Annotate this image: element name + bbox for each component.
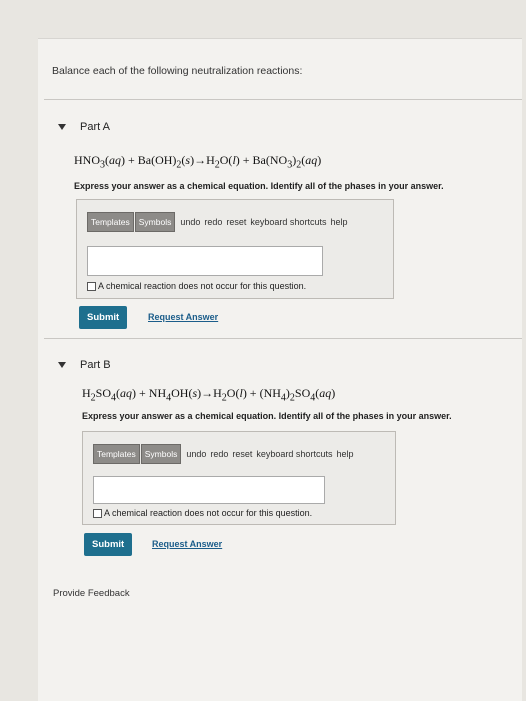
templates-button[interactable]: Templates [93, 444, 140, 464]
keyboard-shortcuts-link[interactable]: keyboard shortcuts [250, 217, 326, 227]
checkbox[interactable] [87, 281, 96, 291]
redo-button[interactable]: redo [204, 217, 222, 227]
checkbox[interactable] [93, 508, 102, 518]
part-a-answer-input[interactable] [87, 246, 323, 276]
part-a-header[interactable]: Part A [58, 121, 110, 133]
part-b-submit-button[interactable]: Submit [84, 533, 133, 556]
part-a-request-answer-link[interactable]: Request Answer [148, 312, 218, 322]
symbols-button[interactable]: Symbols [134, 212, 176, 232]
redo-button[interactable]: redo [210, 449, 228, 459]
help-link[interactable]: help [330, 217, 347, 227]
part-a-instruction: Express your answer as a chemical equati… [74, 181, 444, 191]
part-a-title: Part A [80, 121, 110, 133]
part-b-no-reaction-option[interactable]: A chemical reaction does not occur for t… [93, 508, 312, 518]
question-page: Balance each of the following neutraliza… [38, 38, 522, 701]
help-link[interactable]: help [336, 449, 353, 459]
provide-feedback-link[interactable]: Provide Feedback [53, 588, 130, 599]
caret-down-icon [58, 362, 66, 368]
divider [44, 338, 522, 339]
part-a-answer-box: Templates Symbols undo redo reset keyboa… [76, 199, 394, 299]
keyboard-shortcuts-link[interactable]: keyboard shortcuts [256, 449, 332, 459]
intro-text: Balance each of the following neutraliza… [52, 65, 303, 77]
part-b-answer-box: Templates Symbols undo redo reset keyboa… [82, 431, 396, 525]
no-reaction-label: A chemical reaction does not occur for t… [98, 281, 307, 291]
reset-button[interactable]: reset [232, 449, 252, 459]
part-b-title: Part B [80, 359, 111, 371]
undo-button[interactable]: undo [186, 449, 206, 459]
part-b-equation: H2SO4(aq) + NH4OH(s)→H2O(l) + (NH4)2SO4(… [82, 386, 336, 404]
part-a-equation: HNO3(aq) + Ba(OH)2(s)→H2O(l) + Ba(NO3)2(… [74, 153, 322, 171]
caret-down-icon [58, 124, 66, 130]
part-b-header[interactable]: Part B [58, 359, 111, 371]
part-b-toolbar: Templates Symbols undo redo reset keyboa… [93, 442, 353, 466]
part-a-submit-button[interactable]: Submit [79, 306, 128, 329]
templates-button[interactable]: Templates [87, 212, 134, 232]
undo-button[interactable]: undo [180, 217, 200, 227]
part-b-instruction: Express your answer as a chemical equati… [82, 411, 452, 421]
part-a-no-reaction-option[interactable]: A chemical reaction does not occur for t… [87, 281, 306, 291]
divider [44, 99, 522, 100]
part-b-answer-input[interactable] [93, 476, 325, 504]
symbols-button[interactable]: Symbols [140, 444, 182, 464]
reset-button[interactable]: reset [226, 217, 246, 227]
part-a-toolbar: Templates Symbols undo redo reset keyboa… [87, 210, 347, 234]
part-b-request-answer-link[interactable]: Request Answer [152, 539, 222, 549]
no-reaction-label: A chemical reaction does not occur for t… [104, 508, 313, 518]
